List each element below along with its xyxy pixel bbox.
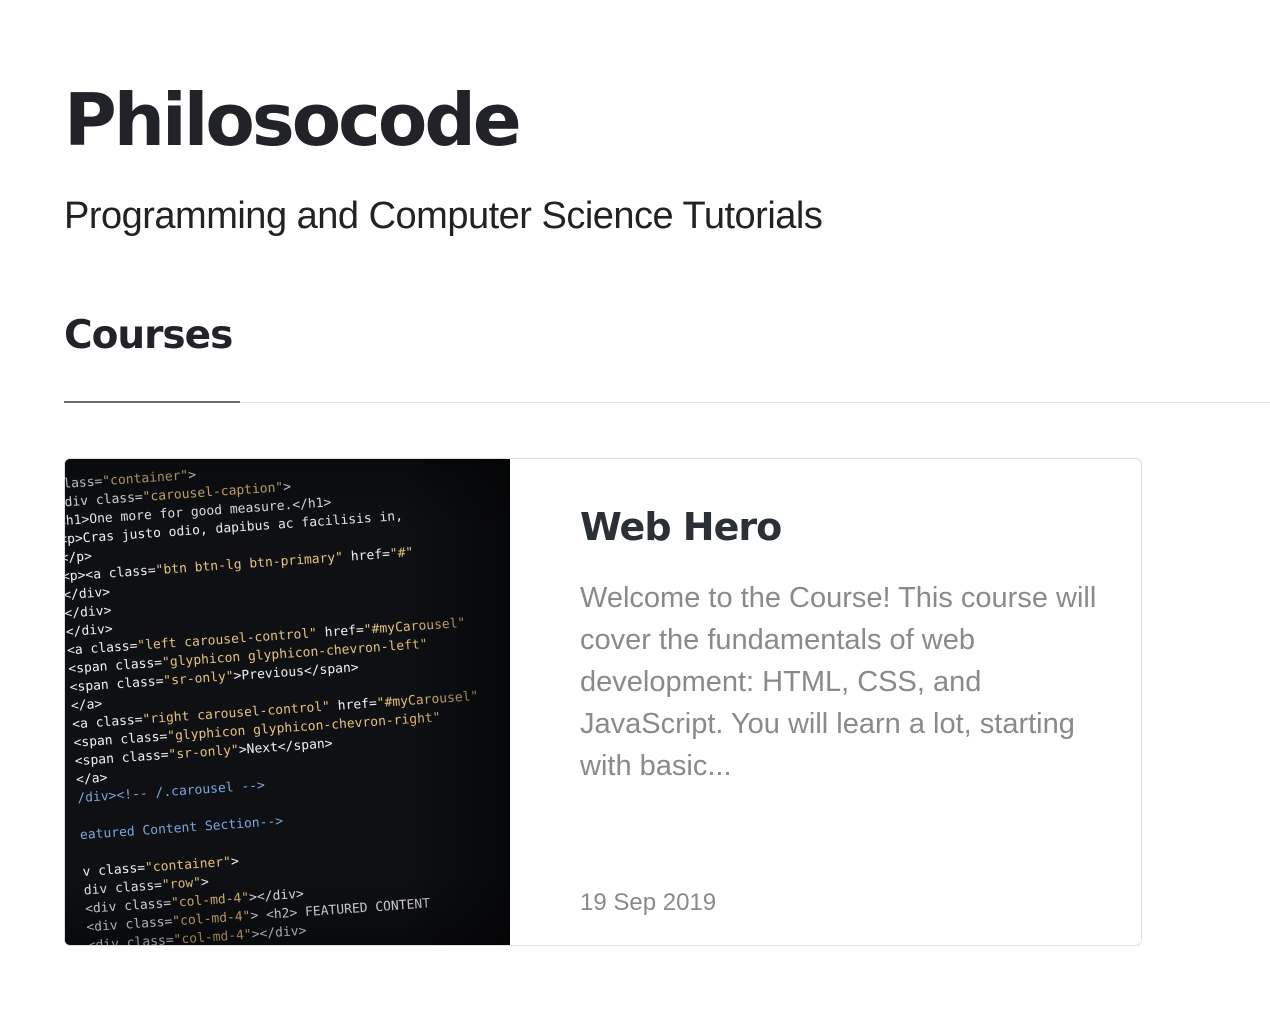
course-excerpt: Welcome to the Course! This course will … [580,582,1097,782]
course-thumbnail-image[interactable]: class="container"> <div class="carousel-… [65,459,510,945]
site-title[interactable]: Philosocode [64,72,522,168]
site-tagline: Programming and Computer Science Tutoria… [64,195,823,237]
page: Philosocode Programming and Computer Sci… [0,0,1270,1026]
section-divider-accent [64,401,240,403]
course-title[interactable]: Web Hero [580,499,782,555]
code-screenshot-graphic: class="container"> <div class="carousel-… [65,459,510,945]
courses-heading: Courses [64,313,233,358]
course-card[interactable]: class="container"> <div class="carousel-… [64,458,1142,946]
course-date: 19 Sep 2019 [580,889,717,916]
section-divider [64,402,1270,403]
